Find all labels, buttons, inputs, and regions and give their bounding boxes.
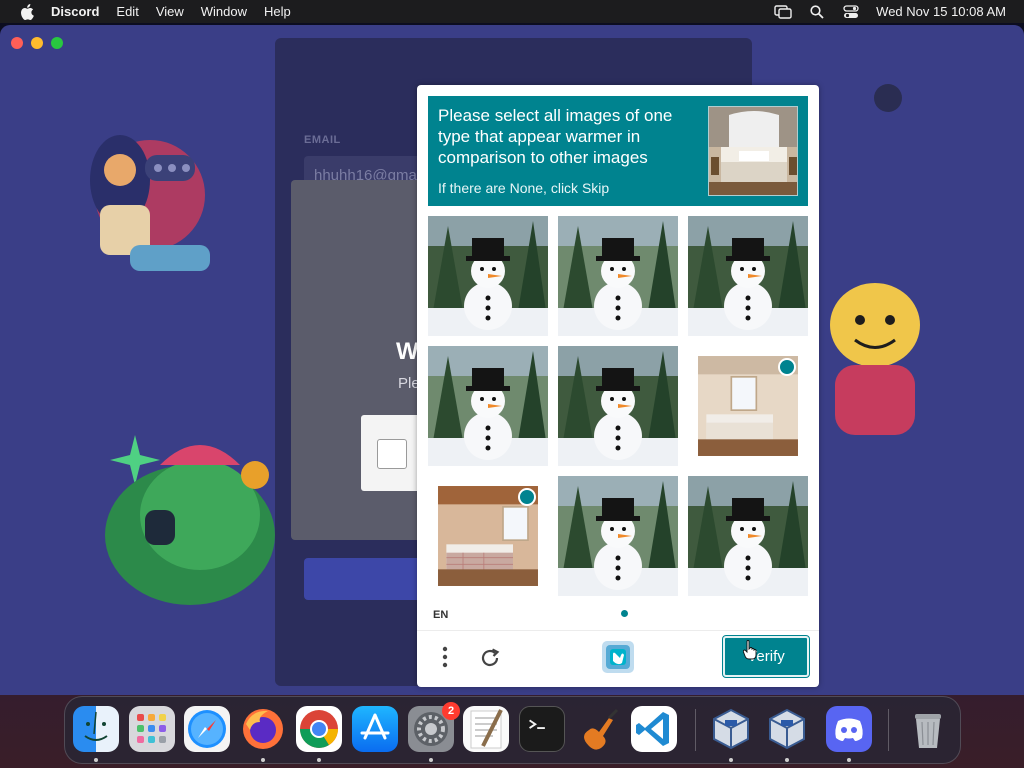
finder-running-indicator [94, 758, 98, 762]
captcha-tile-5-snowman[interactable] [558, 346, 678, 466]
menu-help[interactable]: Help [264, 4, 291, 19]
selected-check-icon [778, 358, 796, 376]
control-center-icon[interactable] [842, 4, 860, 20]
captcha-skip-hint: If there are None, click Skip [438, 180, 610, 196]
snowman-image [428, 346, 548, 466]
captcha-tile-1-snowman[interactable] [428, 216, 548, 336]
finder-icon[interactable] [73, 706, 119, 752]
trash-icon[interactable] [905, 706, 951, 752]
captcha-tile-6-bedroom[interactable] [688, 346, 808, 466]
virtualbox-icon[interactable] [708, 706, 754, 752]
email-label: EMAIL [304, 134, 341, 146]
system-settings-running-indicator [429, 758, 433, 762]
firefox-icon[interactable] [240, 706, 286, 752]
captcha-tile-8-snowman[interactable] [558, 476, 678, 596]
captcha-tile-2-snowman[interactable] [558, 216, 678, 336]
page-indicator-dot [621, 610, 628, 617]
snowman-image [558, 476, 678, 596]
captcha-challenge: Please select all images of one type tha… [417, 85, 819, 687]
screen-mirroring-icon[interactable] [774, 4, 792, 20]
minimize-window-button[interactable] [31, 37, 43, 49]
app-store-icon[interactable] [352, 706, 398, 752]
dock-separator-trash [888, 709, 889, 751]
captcha-prompt-text: Please select all images of one type tha… [438, 106, 673, 167]
zoom-window-button[interactable] [51, 37, 63, 49]
menu-bar: Discord Edit View Window Help Wed Nov 15… [0, 0, 1024, 23]
textedit-icon[interactable] [463, 706, 509, 752]
close-window-button[interactable] [11, 37, 23, 49]
chrome-icon[interactable] [296, 706, 342, 752]
system-settings-badge: 2 [442, 702, 460, 720]
illustration-person-icon [90, 135, 210, 271]
illustration-planet-icon [874, 84, 902, 112]
firefox-running-indicator [261, 758, 265, 762]
vscode-icon[interactable] [631, 706, 677, 752]
more-options-icon[interactable] [435, 643, 455, 671]
apple-menu-icon[interactable] [19, 3, 35, 20]
captcha-tile-3-snowman[interactable] [688, 216, 808, 336]
virtualbox-vm-running-indicator [785, 758, 789, 762]
launchpad-icon[interactable] [129, 706, 175, 752]
snowman-image [688, 216, 808, 336]
captcha-tile-4-snowman[interactable] [428, 346, 548, 466]
footer-divider [417, 630, 819, 631]
illustration-yellow-character-icon [830, 283, 920, 435]
discord-icon[interactable] [826, 706, 872, 752]
hand-cursor-icon [743, 640, 757, 660]
captcha-tile-9-snowman[interactable] [688, 476, 808, 596]
safari-icon[interactable] [184, 706, 230, 752]
snowman-image [428, 216, 548, 336]
verification-title: W [396, 338, 419, 365]
selected-check-icon [518, 488, 536, 506]
menu-window[interactable]: Window [201, 4, 247, 19]
captcha-tile-7-bedroom[interactable] [428, 476, 548, 596]
snowman-image [558, 216, 678, 336]
menu-app-name[interactable]: Discord [51, 4, 99, 19]
captcha-prompt-banner: Please select all images of one type tha… [428, 96, 808, 206]
language-selector[interactable]: EN [433, 609, 448, 621]
hcaptcha-checkbox[interactable] [377, 439, 407, 469]
dock: 2 [64, 696, 961, 764]
menu-view[interactable]: View [156, 4, 184, 19]
menu-edit[interactable]: Edit [116, 4, 138, 19]
snowman-image [558, 346, 678, 466]
spotlight-search-icon[interactable] [808, 4, 826, 20]
garageband-icon[interactable] [575, 706, 621, 752]
menu-clock[interactable]: Wed Nov 15 10:08 AM [876, 4, 1006, 19]
example-bedroom-image [708, 106, 798, 196]
snowman-image [688, 476, 808, 596]
virtualbox-running-indicator [729, 758, 733, 762]
dock-separator [695, 709, 696, 751]
chrome-running-indicator [317, 758, 321, 762]
terminal-icon[interactable] [519, 706, 565, 752]
illustration-creature-icon [105, 435, 275, 605]
virtualbox-vm-icon[interactable] [764, 706, 810, 752]
verify-button[interactable]: Verify [722, 635, 810, 678]
discord-running-indicator [847, 758, 851, 762]
refresh-icon[interactable] [475, 643, 505, 673]
hcaptcha-logo-icon [600, 639, 636, 675]
